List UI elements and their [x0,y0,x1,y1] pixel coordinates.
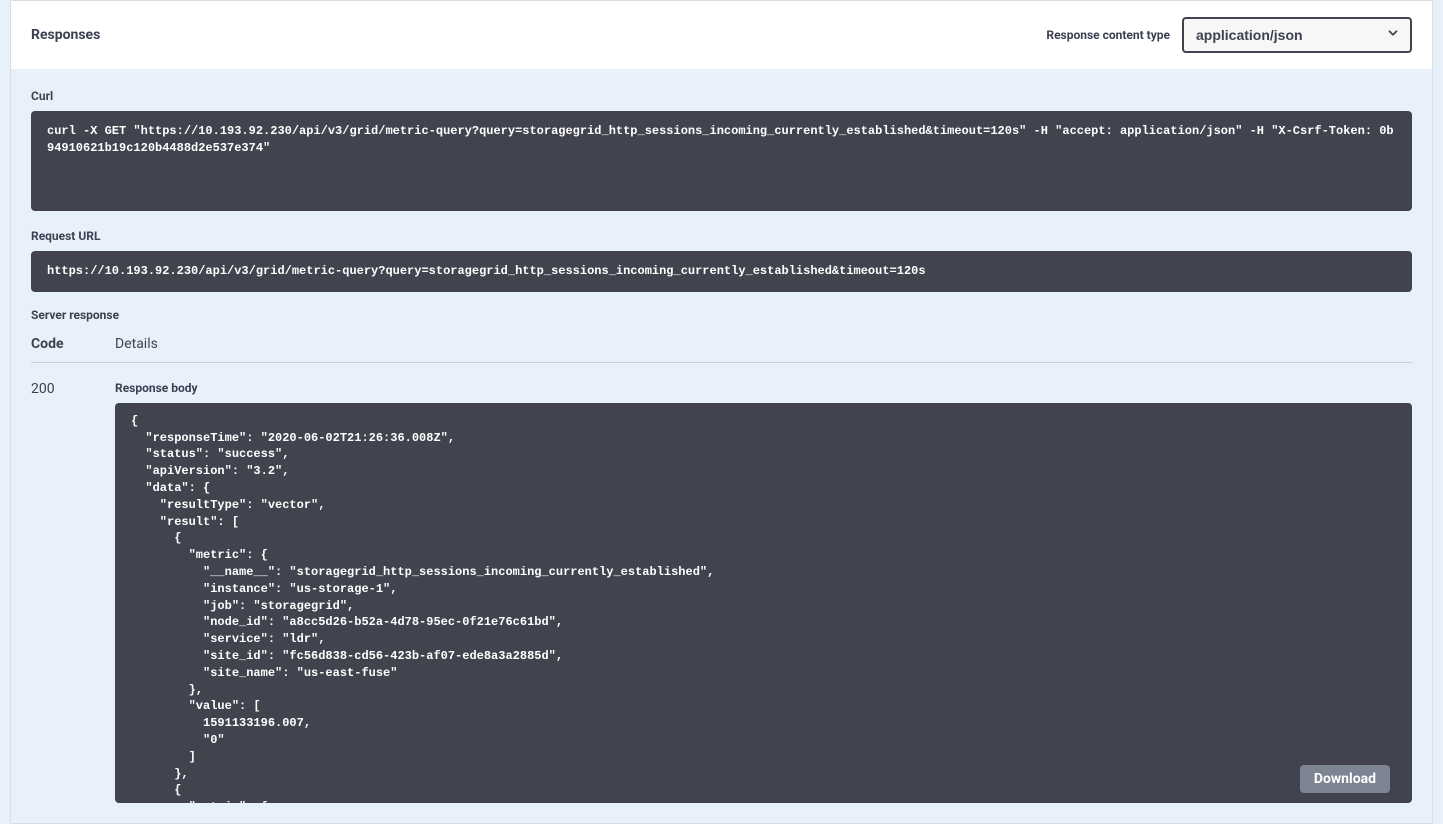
responses-body: Curl curl -X GET "https://10.193.92.230/… [11,69,1432,823]
curl-label: Curl [31,89,1412,103]
content-type-select-wrap[interactable]: application/json [1182,17,1412,53]
response-body[interactable]: { "responseTime": "2020-06-02T21:26:36.0… [115,403,1412,803]
request-url-label: Request URL [31,229,1412,243]
status-code: 200 [31,381,115,803]
responses-panel: Responses Response content type applicat… [10,0,1433,824]
details-column-header: Details [115,336,1412,352]
responses-header: Responses Response content type applicat… [11,1,1432,69]
server-response-label: Server response [31,308,1412,322]
curl-command[interactable]: curl -X GET "https://10.193.92.230/api/v… [31,111,1412,211]
details-cell: Response body { "responseTime": "2020-06… [115,381,1412,803]
response-table-head: Code Details [31,336,1412,363]
content-type-label: Response content type [1046,28,1170,42]
content-type-select[interactable]: application/json [1184,19,1410,51]
request-url-value[interactable]: https://10.193.92.230/api/v3/grid/metric… [31,251,1412,292]
response-body-wrap: { "responseTime": "2020-06-02T21:26:36.0… [115,403,1412,803]
download-button[interactable]: Download [1300,765,1390,793]
responses-title: Responses [31,27,1046,43]
response-body-label: Response body [115,381,1412,395]
content-type-block: Response content type application/json [1046,17,1412,53]
response-row: 200 Response body { "responseTime": "202… [31,381,1412,803]
code-column-header: Code [31,336,115,352]
